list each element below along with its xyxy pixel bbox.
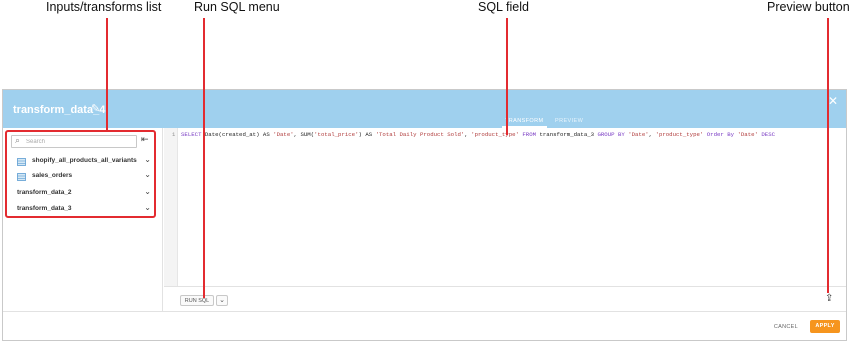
chevron-down-icon[interactable]: ⌄ bbox=[216, 295, 228, 306]
screenshot-root: Inputs/transforms list Run SQL menu SQL … bbox=[0, 0, 851, 342]
sql-text: , bbox=[648, 131, 656, 138]
editor-toolbar: RUN SQL ⌄ ⇪ bbox=[164, 286, 846, 311]
sql-keyword: DESC bbox=[761, 131, 776, 138]
pencil-icon[interactable]: ✎ bbox=[91, 102, 100, 115]
line-number: 1 bbox=[172, 131, 176, 138]
inputs-list-highlight bbox=[5, 130, 156, 218]
sql-text: Date(created_at) AS bbox=[201, 131, 274, 138]
cancel-button[interactable]: CANCEL bbox=[774, 324, 798, 330]
callout-preview-button: Preview button bbox=[767, 0, 850, 14]
callout-sql-field: SQL field bbox=[478, 0, 529, 14]
upload-icon[interactable]: ⇪ bbox=[825, 293, 833, 304]
sql-string: 'Date' bbox=[628, 131, 649, 138]
sql-keyword: SELECT bbox=[181, 131, 202, 138]
sql-text: ) AS bbox=[358, 131, 376, 138]
sql-text: , SUM( bbox=[293, 131, 315, 138]
dialog-footer: CANCEL APPLY bbox=[3, 311, 846, 340]
dialog-header: transform_data_4 ✎ ✕ TRANSFORM PREVIEW bbox=[3, 90, 846, 128]
run-sql-button[interactable]: RUN SQL bbox=[180, 295, 214, 306]
sql-keyword: FROM bbox=[522, 131, 537, 138]
leader-sql-field bbox=[506, 18, 508, 135]
sql-string: 'Total Daily Product Sold' bbox=[375, 131, 465, 138]
sql-text: transform_data_3 bbox=[536, 131, 598, 138]
leader-inputs-list bbox=[106, 18, 108, 130]
leader-run-sql bbox=[203, 18, 205, 298]
sql-string: 'total_price' bbox=[314, 131, 359, 138]
tab-transform[interactable]: TRANSFORM bbox=[505, 118, 543, 124]
line-gutter: 1 bbox=[164, 128, 178, 286]
leader-preview-button bbox=[827, 18, 829, 293]
sql-field[interactable]: 1 SELECT Date(created_at) AS 'Date', SUM… bbox=[164, 128, 846, 286]
sql-string: 'product_type' bbox=[471, 131, 519, 138]
callout-inputs-list: Inputs/transforms list bbox=[46, 0, 162, 14]
callout-run-sql-menu: Run SQL menu bbox=[194, 0, 280, 14]
sql-keyword: GROUP BY bbox=[597, 131, 625, 138]
sql-code-line[interactable]: SELECT Date(created_at) AS 'Date', SUM('… bbox=[181, 131, 775, 138]
sql-string: 'Date' bbox=[737, 131, 758, 138]
apply-button[interactable]: APPLY bbox=[810, 320, 840, 333]
close-icon[interactable]: ✕ bbox=[828, 94, 838, 108]
sql-string: 'Date' bbox=[273, 131, 294, 138]
sql-string: 'product_type' bbox=[655, 131, 704, 138]
tab-preview[interactable]: PREVIEW bbox=[555, 118, 583, 124]
sql-keyword: Order By bbox=[706, 131, 735, 138]
